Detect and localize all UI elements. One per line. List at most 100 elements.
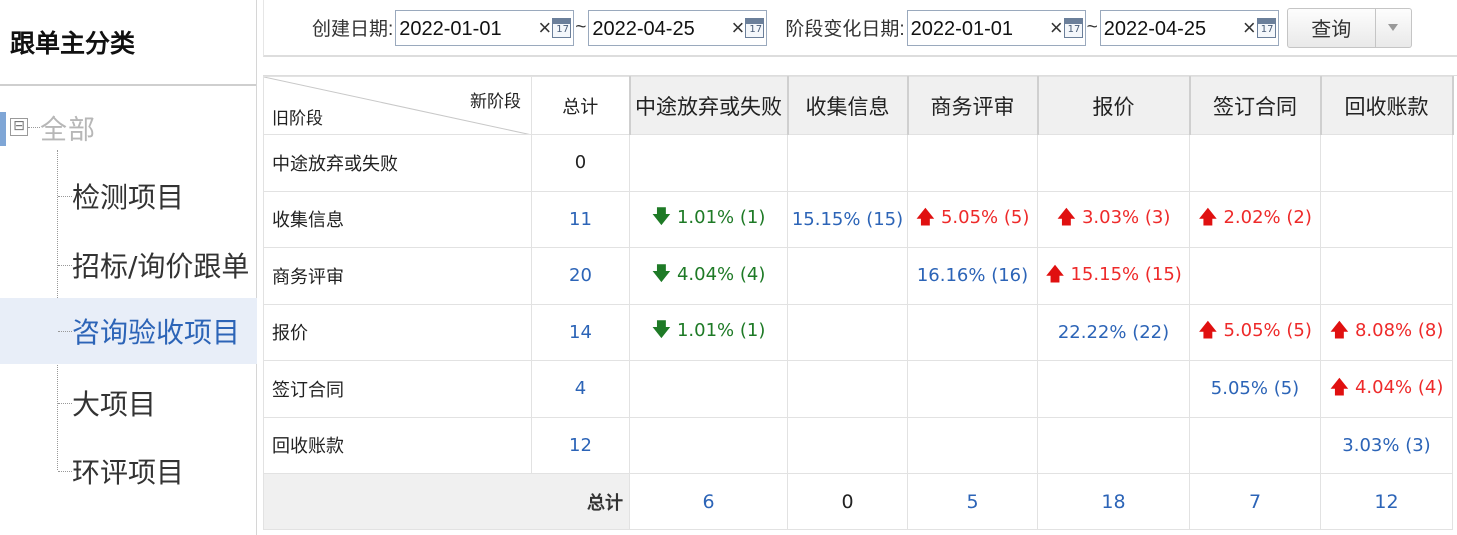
tree-root-all[interactable]: ⊟ 全部 (0, 96, 257, 158)
tree-item-label: 咨询验收项目 (72, 316, 241, 349)
calendar-icon[interactable] (1256, 17, 1276, 38)
range-separator: ~ (1086, 16, 1098, 38)
transition-value: 5.05% (5) (1210, 378, 1300, 400)
transition-cell (1037, 360, 1190, 418)
arrow-up-icon: 🡅 (915, 206, 936, 229)
transition-cell (629, 360, 788, 418)
transition-value: 15.15% (15) (791, 208, 904, 230)
transition-cell[interactable]: 🡇 1.01% (1) (629, 303, 788, 361)
transition-value: 4.04% (4) (676, 263, 766, 285)
column-header-total: 总计 (531, 76, 630, 135)
tree-item-bidding[interactable]: 招标/询价跟单 (0, 232, 257, 298)
row-header: 收集信息 (263, 190, 532, 248)
transition-cell[interactable]: 🡇 1.01% (1) (629, 190, 788, 248)
clear-icon[interactable]: × (1243, 15, 1256, 40)
footer-total-value[interactable]: 12 (1320, 473, 1453, 530)
clear-icon[interactable]: × (1050, 15, 1063, 40)
transition-cell (907, 416, 1038, 474)
corner-header: 新阶段 旧阶段 (263, 76, 532, 135)
tree-connector (58, 470, 72, 472)
transition-cell[interactable]: 🡅 2.02% (2) (1189, 190, 1321, 248)
row-total-value[interactable]: 4 (531, 360, 630, 418)
column-header[interactable]: 中途放弃或失败 (628, 76, 789, 135)
stage-transition-grid: 新阶段 旧阶段 总计 中途放弃或失败 收集信息 商务评审 报价 签订合同 回收账… (263, 75, 1457, 535)
transition-cell (1320, 190, 1453, 248)
calendar-icon[interactable] (1063, 17, 1083, 38)
row-total-value[interactable]: 20 (531, 247, 630, 305)
collapse-toggle-icon[interactable]: ⊟ (10, 118, 28, 136)
transition-value: 8.08% (8) (1354, 320, 1444, 342)
create-date-to-field[interactable]: 2022-04-25 × (588, 9, 768, 46)
tree-item-label: 检测项目 (72, 181, 185, 214)
transition-cell[interactable]: 🡅 5.05% (5) (907, 190, 1038, 248)
transition-cell[interactable]: 🡅 8.08% (8) (1320, 303, 1453, 361)
transition-cell (787, 416, 908, 474)
transition-value: 16.16% (16) (916, 265, 1029, 287)
query-dropdown-button[interactable] (1375, 7, 1412, 48)
filter-bar: 创建日期: 2022-01-01 × ~ 2022-04-25 × 阶段变化日期… (263, 0, 1457, 57)
row-header: 商务评审 (263, 247, 532, 305)
transition-cell[interactable]: 16.16% (16) (907, 247, 1038, 305)
stage-transition-table: 新阶段 旧阶段 总计 中途放弃或失败 收集信息 商务评审 报价 签订合同 回收账… (263, 76, 1454, 530)
footer-total-value[interactable]: 5 (907, 473, 1038, 530)
tree-item-large-project[interactable]: 大项目 (0, 370, 257, 436)
query-button[interactable]: 查询 (1286, 7, 1376, 48)
tree-connector (58, 195, 72, 197)
transition-cell[interactable]: 5.05% (5) (1189, 360, 1321, 418)
tree-item-environmental[interactable]: 环评项目 (0, 438, 257, 504)
transition-cell[interactable]: 🡇 4.04% (4) (629, 247, 788, 305)
row-header: 中途放弃或失败 (263, 134, 532, 192)
transition-cell (787, 360, 908, 418)
row-total-value[interactable]: 12 (531, 416, 630, 474)
transition-cell[interactable]: 🡅 5.05% (5) (1189, 303, 1321, 361)
transition-cell (1037, 416, 1190, 474)
header-row: 新阶段 旧阶段 总计 中途放弃或失败 收集信息 商务评审 报价 签订合同 回收账… (263, 76, 1454, 135)
arrow-up-icon: 🡅 (1198, 206, 1218, 229)
transition-value: 5.05% (5) (940, 207, 1030, 229)
transition-cell[interactable]: 🡅 15.15% (15) (1037, 247, 1190, 305)
clear-icon[interactable]: × (732, 15, 745, 40)
transition-value: 5.05% (5) (1223, 320, 1312, 342)
transition-cell (787, 303, 908, 361)
tree-root-label: 全部 (40, 114, 96, 146)
transition-cell[interactable]: 🡅 4.04% (4) (1320, 360, 1453, 418)
transition-value: 1.01% (1) (676, 320, 766, 342)
transition-cell[interactable]: 🡅 3.03% (3) (1037, 190, 1190, 248)
column-header[interactable]: 签订合同 (1188, 76, 1322, 135)
column-header[interactable]: 报价 (1036, 76, 1191, 135)
column-header[interactable]: 回收账款 (1319, 76, 1454, 135)
tree-item-testing[interactable]: 检测项目 (0, 163, 257, 229)
create-date-from-field[interactable]: 2022-01-01 × (395, 9, 575, 46)
calendar-icon[interactable] (552, 17, 572, 38)
footer-total-value[interactable]: 6 (629, 473, 788, 530)
column-header[interactable]: 商务评审 (906, 76, 1039, 135)
table-row: 签订合同 4 5.05% (5) 🡅 4.04% (4) (263, 360, 1453, 418)
tree-connector (28, 126, 40, 128)
transition-cell (787, 247, 908, 305)
row-total-value[interactable]: 11 (531, 190, 630, 248)
row-total-value[interactable]: 14 (531, 303, 630, 361)
transition-cell (1189, 247, 1321, 305)
sidebar-header: 跟单主分类 (0, 0, 256, 86)
transition-cell (907, 360, 1038, 418)
change-date-from-value: 2022-01-01 (910, 17, 1013, 40)
transition-cell[interactable]: 3.03% (3) (1320, 416, 1453, 474)
footer-total-value[interactable]: 7 (1189, 473, 1321, 530)
transition-value: 4.04% (4) (1354, 376, 1444, 398)
footer-total-row: 总计 6 0 5 18 7 12 (263, 473, 1453, 530)
calendar-icon[interactable] (745, 17, 765, 38)
tree-item-consulting[interactable]: 咨询验收项目 (0, 298, 257, 364)
transition-cell[interactable]: 15.15% (15) (787, 190, 908, 248)
change-date-to-field[interactable]: 2022-04-25 × (1099, 9, 1279, 46)
change-date-from-field[interactable]: 2022-01-01 × (906, 9, 1086, 46)
arrow-up-icon: 🡅 (1045, 262, 1065, 285)
transition-cell[interactable]: 22.22% (22) (1037, 303, 1190, 361)
transition-value: 3.03% (3) (1081, 207, 1171, 229)
column-header[interactable]: 收集信息 (786, 76, 909, 135)
corner-new-stage-label: 新阶段 (470, 92, 521, 112)
footer-total-value[interactable]: 18 (1037, 473, 1190, 530)
create-date-label: 创建日期: (312, 19, 394, 40)
clear-icon[interactable]: × (538, 15, 551, 40)
table-row: 回收账款 12 3.03% (3) (263, 416, 1453, 474)
create-date-from-value: 2022-01-01 (399, 17, 502, 40)
